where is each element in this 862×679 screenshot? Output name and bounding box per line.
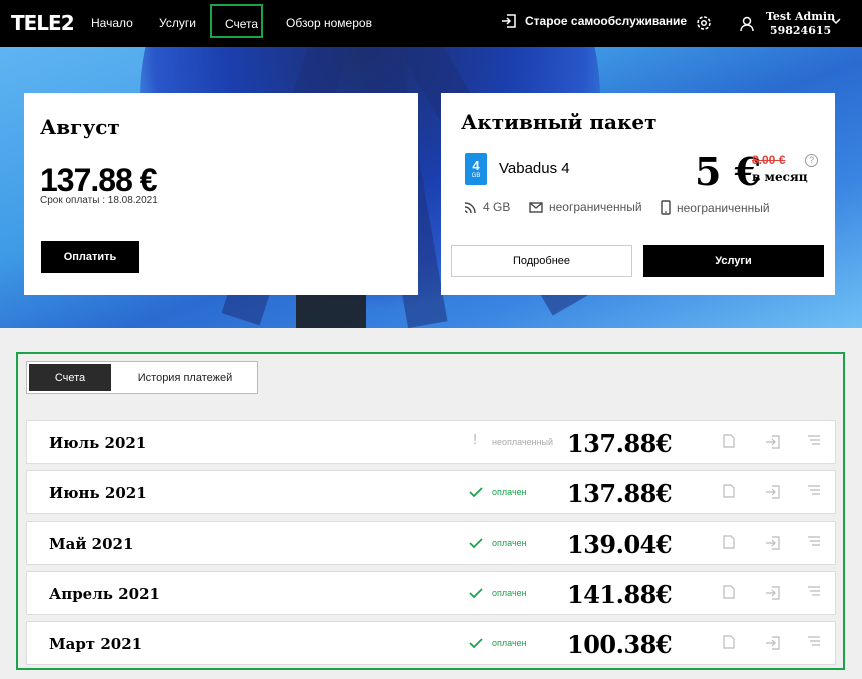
bill-month: Июль 2021 bbox=[49, 434, 147, 452]
current-invoice-card: Август 137.88 € Срок оплаты : 18.08.2021… bbox=[24, 93, 418, 295]
bills-section: Счета История платежей Июль 2021 ! неопл… bbox=[16, 352, 845, 670]
export-icon[interactable] bbox=[765, 434, 781, 450]
sim-data-amount: 4 bbox=[472, 158, 480, 173]
tab-payment-history[interactable]: История платежей bbox=[113, 362, 257, 393]
bill-row[interactable]: Май 2021 оплачен 139.04€ bbox=[26, 521, 836, 565]
user-icon bbox=[740, 16, 754, 32]
bill-status: оплачен bbox=[492, 487, 527, 497]
nav-bills[interactable]: Счета bbox=[210, 4, 263, 38]
document-icon[interactable] bbox=[723, 484, 735, 498]
bill-row[interactable]: Март 2021 оплачен 100.38€ bbox=[26, 621, 836, 665]
bill-status: оплачен bbox=[492, 538, 527, 548]
nav-numbers-overview[interactable]: Обзор номеров bbox=[286, 16, 372, 30]
feature-sms: неограниченный bbox=[529, 200, 642, 214]
details-button[interactable]: Подробнее bbox=[451, 245, 632, 277]
menu-lines-icon[interactable] bbox=[807, 484, 821, 496]
bill-month: Июнь 2021 bbox=[49, 484, 147, 502]
feature-data: 4 GB bbox=[463, 200, 510, 214]
pay-button[interactable]: Оплатить bbox=[41, 241, 139, 273]
export-icon[interactable] bbox=[765, 484, 781, 500]
user-name: Test Admin bbox=[766, 10, 836, 23]
menu-lines-icon[interactable] bbox=[807, 535, 821, 547]
nav-home[interactable]: Начало bbox=[91, 16, 133, 30]
sim-card-icon: 4 GB bbox=[465, 153, 487, 185]
export-icon[interactable] bbox=[765, 535, 781, 551]
export-icon[interactable] bbox=[765, 635, 781, 651]
bill-row[interactable]: Июнь 2021 оплачен 137.88€ bbox=[26, 470, 836, 514]
invoice-amount: 137.88 € bbox=[40, 162, 158, 198]
bill-status: неоплаченный bbox=[492, 437, 554, 447]
tele2-logo[interactable]: TELE2 bbox=[11, 11, 75, 35]
old-self-service-link[interactable]: Старое самообслуживание bbox=[501, 13, 687, 29]
gear-icon[interactable] bbox=[695, 14, 713, 32]
document-icon[interactable] bbox=[723, 585, 735, 599]
bill-month: Май 2021 bbox=[49, 535, 134, 553]
bill-amount: 137.88€ bbox=[567, 429, 673, 458]
user-number: 59824615 bbox=[769, 24, 832, 37]
bill-amount: 141.88€ bbox=[567, 580, 673, 609]
bill-month: Апрель 2021 bbox=[49, 585, 160, 603]
envelope-icon bbox=[529, 201, 543, 213]
feature-sms-label: неограниченный bbox=[549, 200, 642, 214]
nav-services[interactable]: Услуги bbox=[159, 16, 196, 30]
phone-icon bbox=[661, 200, 671, 215]
balloon-basket bbox=[296, 292, 366, 328]
help-icon[interactable]: ? bbox=[805, 154, 818, 167]
bill-row[interactable]: Апрель 2021 оплачен 141.88€ bbox=[26, 571, 836, 615]
nav-bills-label: Счета bbox=[225, 17, 259, 31]
bills-tabs: Счета История платежей bbox=[26, 361, 258, 394]
checkmark-icon bbox=[469, 487, 483, 498]
package-old-price: 8.00 € bbox=[752, 153, 786, 167]
bill-amount: 139.04€ bbox=[567, 530, 673, 559]
document-icon[interactable] bbox=[723, 535, 735, 549]
package-name: Vabadus 4 bbox=[499, 160, 570, 177]
document-icon[interactable] bbox=[723, 434, 735, 448]
active-package-card: Активный пакет 4 GB Vabadus 4 5 € 8.00 €… bbox=[441, 93, 835, 295]
bill-amount: 100.38€ bbox=[567, 630, 673, 659]
package-per-month: в месяц bbox=[752, 170, 808, 184]
services-button[interactable]: Услуги bbox=[643, 245, 824, 277]
bill-status: оплачен bbox=[492, 588, 527, 598]
feature-calls-label: неограниченный bbox=[677, 200, 770, 215]
menu-lines-icon[interactable] bbox=[807, 585, 821, 597]
feature-data-label: 4 GB bbox=[483, 200, 511, 214]
bill-amount: 137.88€ bbox=[567, 479, 673, 508]
user-menu[interactable]: Test Admin 59824615 bbox=[740, 10, 835, 38]
checkmark-icon bbox=[469, 538, 483, 549]
login-icon bbox=[502, 14, 516, 28]
sim-data-unit: GB bbox=[471, 173, 481, 179]
old-self-service-label: Старое самообслуживание bbox=[525, 14, 688, 28]
tab-bills[interactable]: Счета bbox=[29, 364, 111, 391]
invoice-month: Август bbox=[40, 115, 120, 139]
feature-calls: неограниченный bbox=[661, 200, 770, 215]
bill-status: оплачен bbox=[492, 638, 527, 648]
invoice-due-date: Срок оплаты : 18.08.2021 bbox=[40, 195, 158, 206]
exclamation-icon: ! bbox=[473, 431, 478, 448]
menu-lines-icon[interactable] bbox=[807, 635, 821, 647]
bill-month: Март 2021 bbox=[49, 635, 143, 653]
export-icon[interactable] bbox=[765, 585, 781, 601]
checkmark-icon bbox=[469, 638, 483, 649]
bill-row[interactable]: Июль 2021 ! неоплаченный 137.88€ bbox=[26, 420, 836, 464]
menu-lines-icon[interactable] bbox=[807, 434, 821, 446]
wifi-icon bbox=[464, 202, 476, 213]
package-title: Активный пакет bbox=[461, 110, 657, 134]
chevron-down-icon[interactable] bbox=[831, 17, 841, 25]
document-icon[interactable] bbox=[723, 635, 735, 649]
checkmark-icon bbox=[469, 588, 483, 599]
top-navigation-bar: TELE2 Начало Услуги Счета Обзор номеров … bbox=[0, 0, 862, 47]
